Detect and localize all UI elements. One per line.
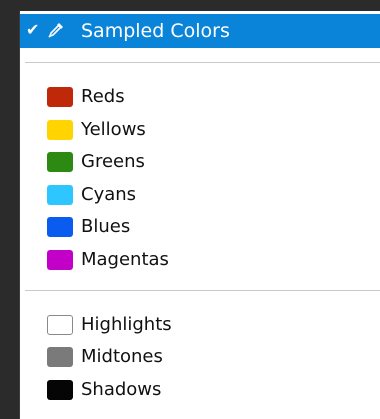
eyedropper-icon: [46, 20, 66, 40]
red-swatch-icon: [47, 87, 73, 107]
menu-separator: [25, 290, 380, 291]
checkmark-icon: ✔: [26, 20, 40, 39]
yellow-swatch-icon: [47, 120, 73, 140]
highlight-swatch-icon: [47, 315, 73, 335]
blue-swatch-icon: [47, 217, 73, 237]
menu-item-label: Yellows: [81, 119, 146, 140]
menu-item-blues[interactable]: Blues: [20, 211, 380, 243]
shadow-swatch-icon: [47, 380, 73, 400]
menu-item-greens[interactable]: Greens: [20, 146, 380, 178]
menu-item-label: Shadows: [81, 379, 162, 400]
menu-item-highlights[interactable]: Highlights: [20, 309, 380, 341]
menu-item-label: Magentas: [81, 249, 169, 270]
menu-item-label: Highlights: [81, 314, 172, 335]
cyan-swatch-icon: [47, 185, 73, 205]
menu-separator: [25, 62, 380, 63]
magenta-swatch-icon: [47, 250, 73, 270]
menu-item-label: Midtones: [81, 346, 163, 367]
menu-item-yellows[interactable]: Yellows: [20, 114, 380, 146]
menu-item-sampled-colors[interactable]: ✔ Sampled Colors: [20, 14, 380, 48]
menu-item-label: Greens: [81, 151, 145, 172]
green-swatch-icon: [47, 152, 73, 172]
menu-item-label: Blues: [81, 216, 131, 237]
midtone-swatch-icon: [47, 347, 73, 367]
menu-item-label: Sampled Colors: [81, 20, 230, 42]
menu-item-label: Reds: [81, 86, 125, 107]
menu-item-shadows[interactable]: Shadows: [20, 374, 380, 406]
menu-item-reds[interactable]: Reds: [20, 81, 380, 113]
menu-item-label: Cyans: [81, 184, 137, 205]
select-color-range-menu: ✔ Sampled Colors Reds Yellows Greens Cya…: [19, 11, 380, 419]
menu-item-midtones[interactable]: Midtones: [20, 341, 380, 373]
menu-item-magentas[interactable]: Magentas: [20, 244, 380, 276]
menu-item-cyans[interactable]: Cyans: [20, 179, 380, 211]
